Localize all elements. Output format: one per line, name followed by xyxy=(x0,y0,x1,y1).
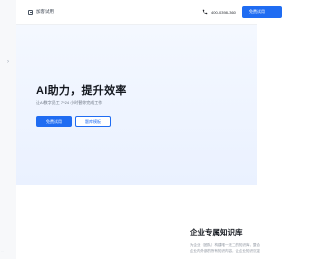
phone-contact: 400-0398-360 xyxy=(202,8,236,16)
rail-footer: ··· xyxy=(1,249,4,253)
expand-arrow-icon[interactable]: › xyxy=(5,59,11,65)
hero-template-button[interactable]: 题库模板 xyxy=(75,116,111,127)
top-navigation-bar: 加客试用 400-0398-360 免费试用 xyxy=(16,0,282,25)
workspace-switcher[interactable]: 加客试用 xyxy=(28,8,54,16)
hero-banner: AI助力，提升效率 让AI数字员工 7*24 小时替你完成工作 免费试用 题库模… xyxy=(16,25,257,185)
free-trial-button[interactable]: 免费试用 xyxy=(242,6,282,18)
phone-icon xyxy=(202,9,208,15)
section-title: 企业专属知识库 xyxy=(190,228,243,237)
left-rail: › ··· xyxy=(0,0,17,259)
workspace-icon xyxy=(28,9,33,15)
knowledge-base-section: 企业专属知识库 为企业（团队）构建唯一无二的知识库，整合企业内外部的所有知识内容… xyxy=(16,185,260,259)
hero-free-trial-button[interactable]: 免费试用 xyxy=(36,116,72,127)
section-description: 为企业（团队）构建唯一无二的知识库，整合企业内外部的所有知识内容，让企业知识沉淀 xyxy=(190,243,260,253)
hero-subtitle: 让AI数字员工 7*24 小时替你完成工作 xyxy=(36,100,103,105)
hero-title: AI助力，提升效率 xyxy=(36,85,127,97)
workspace-label: 加客试用 xyxy=(36,9,54,14)
phone-number: 400-0398-360 xyxy=(211,9,236,15)
